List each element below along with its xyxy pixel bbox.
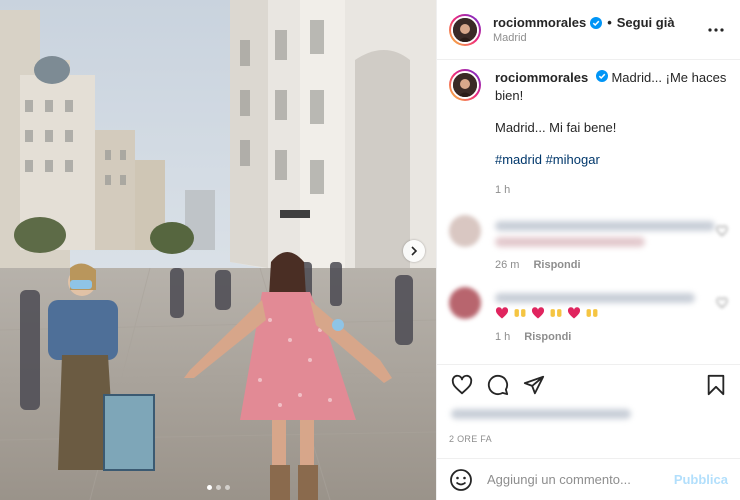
blurred-comment-text — [495, 293, 695, 303]
avatar[interactable] — [449, 287, 481, 319]
post-caption: rociommorales Madrid... ¡Me haces bien! … — [449, 69, 728, 199]
red-heart-emoji-icon — [495, 307, 509, 319]
carousel-dot — [224, 485, 230, 490]
blurred-likes-text — [451, 409, 631, 419]
add-comment-bar: Pubblica — [437, 458, 740, 500]
comment-emojis — [495, 307, 728, 319]
red-heart-emoji-icon — [531, 307, 545, 319]
reply-button[interactable]: Rispondi — [524, 331, 571, 343]
comment-like-button[interactable] — [716, 225, 728, 240]
share-icon — [523, 375, 545, 394]
post-header: rociommorales • Segui già Madrid — [437, 0, 740, 60]
carousel-indicator — [0, 485, 436, 490]
carousel-dot — [206, 485, 212, 490]
comments-list[interactable]: rociommorales Madrid... ¡Me haces bien! … — [437, 61, 740, 363]
like-button[interactable] — [451, 374, 473, 396]
profile-picture — [453, 73, 477, 97]
reply-button[interactable]: Rispondi — [533, 259, 580, 271]
more-options-icon — [708, 27, 724, 32]
comment-like-button[interactable] — [716, 297, 728, 312]
comment-input[interactable] — [487, 472, 674, 487]
heart-icon — [716, 297, 728, 309]
username-link[interactable]: rociommorales — [493, 15, 586, 30]
share-button[interactable] — [523, 374, 545, 396]
caption-text-italian: Madrid... Mi fai bene! — [495, 120, 617, 135]
caption-hashtags[interactable]: #madrid #mihogar — [495, 151, 728, 169]
location-link[interactable]: Madrid — [493, 32, 704, 44]
comment-button[interactable] — [487, 374, 509, 396]
likes-count-blurred[interactable] — [451, 406, 631, 422]
caption-timestamp[interactable]: 1 h — [495, 181, 728, 199]
blurred-comment-text — [495, 221, 715, 231]
verified-badge-icon — [595, 70, 608, 82]
emoji-icon — [450, 468, 472, 491]
emoji-picker-button[interactable] — [449, 468, 473, 492]
raised-hands-emoji-icon — [550, 309, 562, 317]
comment-timestamp[interactable]: 1 h — [495, 331, 510, 343]
heart-icon — [451, 374, 473, 394]
raised-hands-emoji-icon — [514, 309, 526, 317]
blurred-comment-text — [495, 237, 645, 247]
avatar[interactable] — [449, 215, 481, 247]
caption-username[interactable]: rociommorales — [495, 70, 588, 85]
save-button[interactable] — [706, 374, 726, 396]
avatar[interactable] — [449, 69, 481, 101]
chevron-right-icon — [411, 246, 418, 256]
instagram-post: rociommorales • Segui già Madrid rociomm… — [0, 0, 740, 500]
post-side-panel: rociommorales • Segui già Madrid rociomm… — [436, 0, 740, 500]
post-actions — [437, 364, 740, 404]
comment-icon — [487, 374, 509, 395]
avatar[interactable] — [449, 13, 481, 46]
following-button[interactable]: Segui già — [617, 15, 675, 30]
post-timestamp[interactable]: 2 ORE FA — [449, 434, 492, 444]
street-photo — [0, 0, 436, 500]
more-options-button[interactable] — [704, 27, 728, 32]
separator-dot: • — [607, 15, 612, 30]
raised-hands-emoji-icon — [586, 309, 598, 317]
comment-item: 26 m Rispondi — [449, 215, 728, 271]
carousel-dot — [215, 485, 221, 490]
publish-button[interactable]: Pubblica — [674, 472, 728, 487]
heart-icon — [716, 225, 728, 237]
post-photo[interactable] — [0, 0, 436, 500]
profile-picture — [453, 17, 477, 42]
carousel-next-button[interactable] — [403, 240, 425, 262]
red-heart-emoji-icon — [567, 307, 581, 319]
comment-timestamp[interactable]: 26 m — [495, 259, 519, 271]
comment-item: 1 h Rispondi — [449, 287, 728, 343]
verified-badge-icon — [590, 16, 603, 29]
bookmark-icon — [707, 374, 725, 395]
